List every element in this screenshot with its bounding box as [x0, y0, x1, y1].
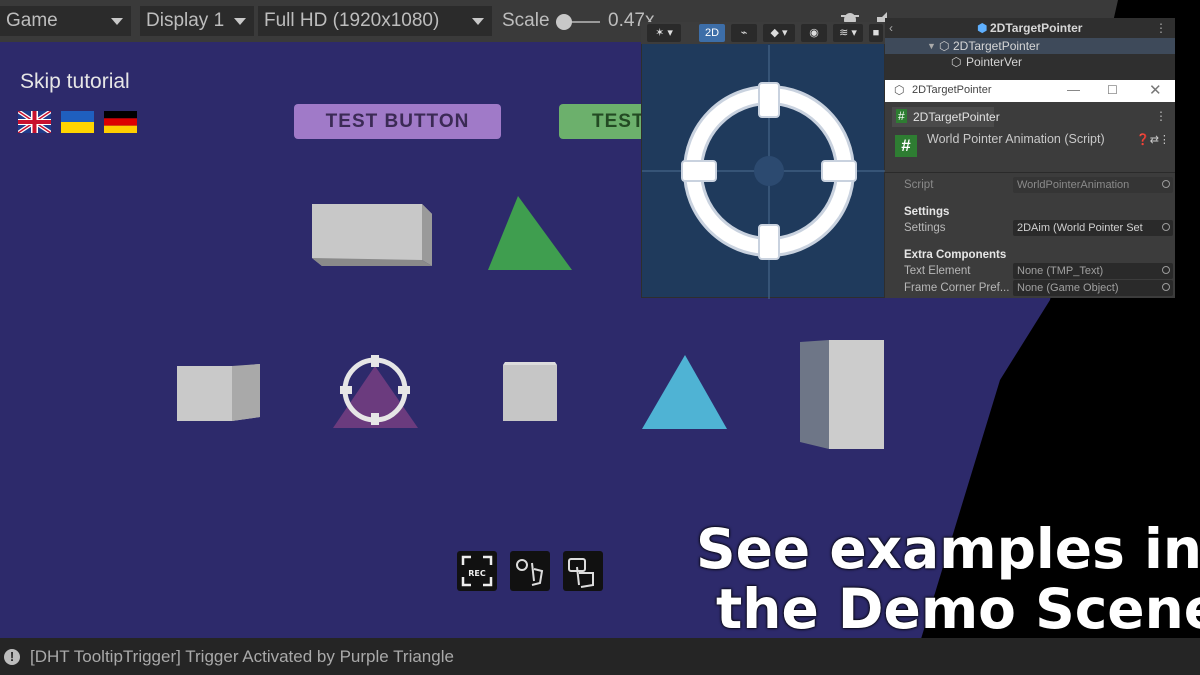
- inspector-window: ⬡ 2DTargetPointer — ☐ ✕ # 2DTargetPointe…: [885, 80, 1175, 298]
- game-tab-label: Game: [6, 10, 58, 31]
- display-dropdown[interactable]: Display 1: [140, 6, 254, 36]
- test-button[interactable]: TEST BUTTON: [294, 104, 501, 139]
- more-options-icon[interactable]: ⋮: [1155, 20, 1167, 36]
- green-triangle-shape[interactable]: [488, 196, 572, 270]
- hierarchy-root-label: 2DTargetPointer: [990, 21, 1083, 35]
- object-picker-icon[interactable]: [1162, 283, 1170, 291]
- effects-icon[interactable]: ◆ ▾: [763, 24, 795, 42]
- test-button-green[interactable]: TEST: [559, 104, 649, 139]
- hierarchy-header[interactable]: ‹ ⬢ 2DTargetPointer ⋮: [885, 20, 1175, 36]
- back-chevron-icon[interactable]: ‹: [889, 20, 893, 36]
- settings-header: Settings: [904, 206, 950, 218]
- component-script-icon: #: [895, 135, 917, 157]
- scene-view-panel[interactable]: [641, 22, 886, 299]
- hierarchy-panel: ‹ ⬢ 2DTargetPointer ⋮ ▼ ⬡ 2DTargetPointe…: [885, 18, 1175, 80]
- chevron-down-icon: [111, 18, 123, 25]
- object-picker-icon: [1162, 180, 1170, 188]
- text-element-field[interactable]: None (TMP_Text): [1013, 263, 1173, 279]
- inspector-window-title: 2DTargetPointer: [912, 84, 992, 96]
- hierarchy-item-label: 2DTargetPointer: [953, 39, 1040, 53]
- lighting-icon[interactable]: ⌁: [731, 24, 757, 42]
- hierarchy-item-pointerver[interactable]: ⬡ PointerVer: [885, 54, 1175, 70]
- component-title: World Pointer Animation (Script): [927, 132, 1105, 146]
- gray-box-shape[interactable]: [312, 204, 432, 266]
- object-picker-icon[interactable]: [1162, 223, 1170, 231]
- prefab-cube-icon: ⬢: [977, 21, 988, 35]
- text-element-label: Text Element: [904, 265, 971, 277]
- maximize-icon[interactable]: ☐: [1107, 83, 1118, 97]
- germany-flag-icon[interactable]: [104, 111, 137, 133]
- frame-corner-value: None (Game Object): [1017, 282, 1119, 294]
- caption-line-1: See examples in: [696, 517, 1200, 581]
- display-label: Display 1: [146, 10, 225, 31]
- close-icon[interactable]: ✕: [1149, 81, 1162, 99]
- extra-components-header: Extra Components: [904, 249, 1007, 261]
- visibility-eye-icon[interactable]: ◉: [801, 24, 827, 42]
- settings-field[interactable]: 2DAim (World Pointer Set: [1013, 220, 1173, 236]
- blue-triangle-shape[interactable]: [642, 355, 727, 429]
- scene-toolbar: ✶ ▾ 2D ⌁ ◆ ▾ ◉ ≋ ▾ ■: [641, 22, 885, 44]
- gameobject-cube-icon: ⬡: [951, 55, 962, 69]
- game-tab-dropdown[interactable]: Game: [0, 6, 131, 36]
- hierarchy-item-label: PointerVer: [966, 55, 1023, 69]
- hand-cursor-icon[interactable]: [510, 551, 550, 591]
- inspector-tab-label: 2DTargetPointer: [913, 110, 1000, 124]
- gray-cube-left-shape[interactable]: [177, 364, 260, 421]
- uk-flag-icon[interactable]: [18, 111, 51, 133]
- skip-tutorial-link[interactable]: Skip tutorial: [20, 70, 130, 94]
- component-help-icon[interactable]: ❓⇄⋮: [1136, 133, 1170, 146]
- hierarchy-item-2dtargetpointer[interactable]: ▼ ⬡ 2DTargetPointer: [885, 38, 1175, 54]
- chevron-down-icon: [234, 18, 246, 25]
- scale-label: Scale: [502, 10, 550, 31]
- object-picker-icon[interactable]: [1162, 266, 1170, 274]
- settings-label: Settings: [904, 222, 946, 234]
- console-status-bar[interactable]: ! [DHT TooltipTrigger] Trigger Activated…: [0, 638, 1200, 675]
- script-hash-icon: #: [896, 109, 907, 123]
- settings-value: 2DAim (World Pointer Set: [1017, 222, 1143, 234]
- text-element-value: None (TMP_Text): [1017, 265, 1104, 277]
- script-value: WorldPointerAnimation: [1017, 179, 1130, 191]
- ukraine-flag-icon[interactable]: [61, 111, 94, 133]
- mode-2d-toggle[interactable]: 2D: [699, 24, 725, 42]
- script-field: WorldPointerAnimation: [1013, 177, 1173, 193]
- inspector-title-bar[interactable]: ⬡ 2DTargetPointer — ☐ ✕: [885, 80, 1175, 102]
- frame-corner-label: Frame Corner Pref...: [904, 282, 1010, 294]
- inspector-tab[interactable]: # 2DTargetPointer: [892, 107, 1000, 127]
- caption-line-2: the Demo Scene: [716, 577, 1200, 641]
- script-label: Script: [904, 179, 934, 191]
- info-icon: !: [4, 649, 20, 665]
- gameobject-cube-icon: ⬡: [939, 39, 950, 53]
- svg-text:REC: REC: [468, 569, 486, 578]
- record-icon[interactable]: REC: [457, 551, 497, 591]
- tall-gray-box-shape[interactable]: [800, 340, 884, 449]
- layers-icon[interactable]: ≋ ▾: [833, 24, 863, 42]
- hand-drag-icon[interactable]: [563, 551, 603, 591]
- gizmo-bug-icon[interactable]: ✶ ▾: [647, 24, 681, 42]
- divider: [885, 172, 1175, 173]
- unity-logo-icon: ⬡: [894, 83, 905, 97]
- scene-grid: [642, 45, 886, 299]
- console-message: [DHT TooltipTrigger] Trigger Activated b…: [30, 647, 454, 666]
- expand-arrow-icon[interactable]: ▼: [927, 38, 936, 54]
- more-options-icon[interactable]: ⋮: [1155, 109, 1167, 123]
- frame-corner-field[interactable]: None (Game Object): [1013, 280, 1173, 296]
- resolution-dropdown[interactable]: Full HD (1920x1080): [258, 6, 492, 36]
- camera-icon[interactable]: ■: [869, 24, 883, 42]
- minimize-icon[interactable]: —: [1067, 82, 1080, 97]
- resolution-label: Full HD (1920x1080): [264, 10, 440, 31]
- scale-slider-handle[interactable]: [556, 14, 572, 30]
- chevron-down-icon: [472, 18, 484, 25]
- gray-cube-middle-shape[interactable]: [503, 362, 557, 421]
